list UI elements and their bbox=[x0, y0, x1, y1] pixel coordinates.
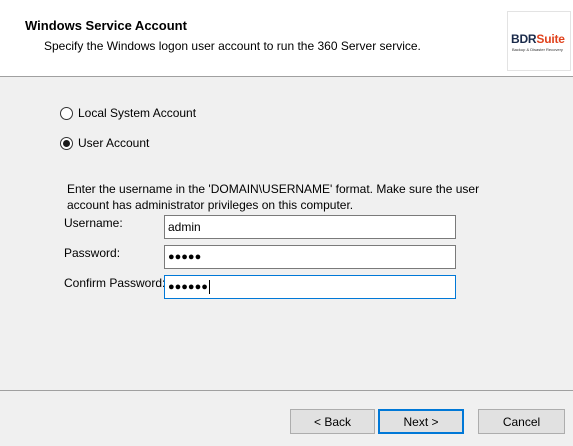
text-caret bbox=[208, 280, 210, 294]
password-label: Password: bbox=[64, 246, 121, 260]
user-account-radio[interactable] bbox=[60, 136, 73, 150]
local-system-account-radio[interactable] bbox=[60, 106, 73, 120]
cancel-button[interactable]: Cancel bbox=[478, 409, 565, 434]
back-button[interactable]: < Back bbox=[290, 409, 375, 434]
username-input[interactable]: admin bbox=[164, 215, 456, 239]
password-value: ●●●●● bbox=[168, 251, 202, 263]
logo-word-bdr: BDR bbox=[511, 32, 537, 46]
confirm-password-input[interactable]: ●●●●●● bbox=[164, 275, 456, 299]
page-subtitle: Specify the Windows logon user account t… bbox=[44, 39, 421, 53]
username-label: Username: bbox=[64, 216, 123, 230]
bdrsuite-logo: BDRSuite Backup & Disaster Recovery bbox=[507, 11, 571, 71]
confirm-password-label: Confirm Password: bbox=[64, 276, 164, 290]
user-account-option[interactable]: User Account bbox=[60, 134, 150, 152]
logo-word-suite: Suite bbox=[536, 32, 565, 46]
logo-tagline: Backup & Disaster Recovery bbox=[512, 47, 563, 52]
local-system-account-label: Local System Account bbox=[78, 106, 196, 120]
header-banner: Windows Service Account Specify the Wind… bbox=[0, 0, 573, 77]
page-title: Windows Service Account bbox=[25, 18, 187, 33]
username-value: admin bbox=[168, 220, 201, 234]
logo-wordmark: BDRSuite bbox=[511, 32, 565, 46]
password-input[interactable]: ●●●●● bbox=[164, 245, 456, 269]
footer-divider bbox=[0, 390, 573, 391]
next-button[interactable]: Next > bbox=[378, 409, 464, 434]
confirm-password-value: ●●●●●● bbox=[168, 281, 208, 293]
instructions-text: Enter the username in the 'DOMAIN\USERNA… bbox=[67, 182, 480, 212]
user-account-label: User Account bbox=[78, 136, 150, 150]
local-system-account-option[interactable]: Local System Account bbox=[60, 104, 196, 122]
